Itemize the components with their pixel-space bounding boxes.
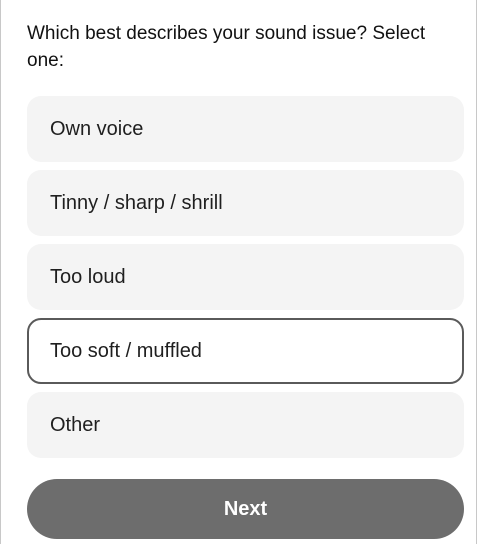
survey-panel: Which best describes your sound issue? S…: [0, 0, 477, 544]
next-button[interactable]: Next: [27, 479, 464, 539]
option-own-voice[interactable]: Own voice: [27, 96, 464, 162]
option-too-soft-muffled[interactable]: Too soft / muffled: [27, 318, 464, 384]
option-other[interactable]: Other: [27, 392, 464, 458]
option-list: Own voice Tinny / sharp / shrill Too lou…: [27, 96, 464, 466]
option-tinny-sharp-shrill[interactable]: Tinny / sharp / shrill: [27, 170, 464, 236]
question-text: Which best describes your sound issue? S…: [27, 23, 426, 71]
option-too-loud[interactable]: Too loud: [27, 244, 464, 310]
